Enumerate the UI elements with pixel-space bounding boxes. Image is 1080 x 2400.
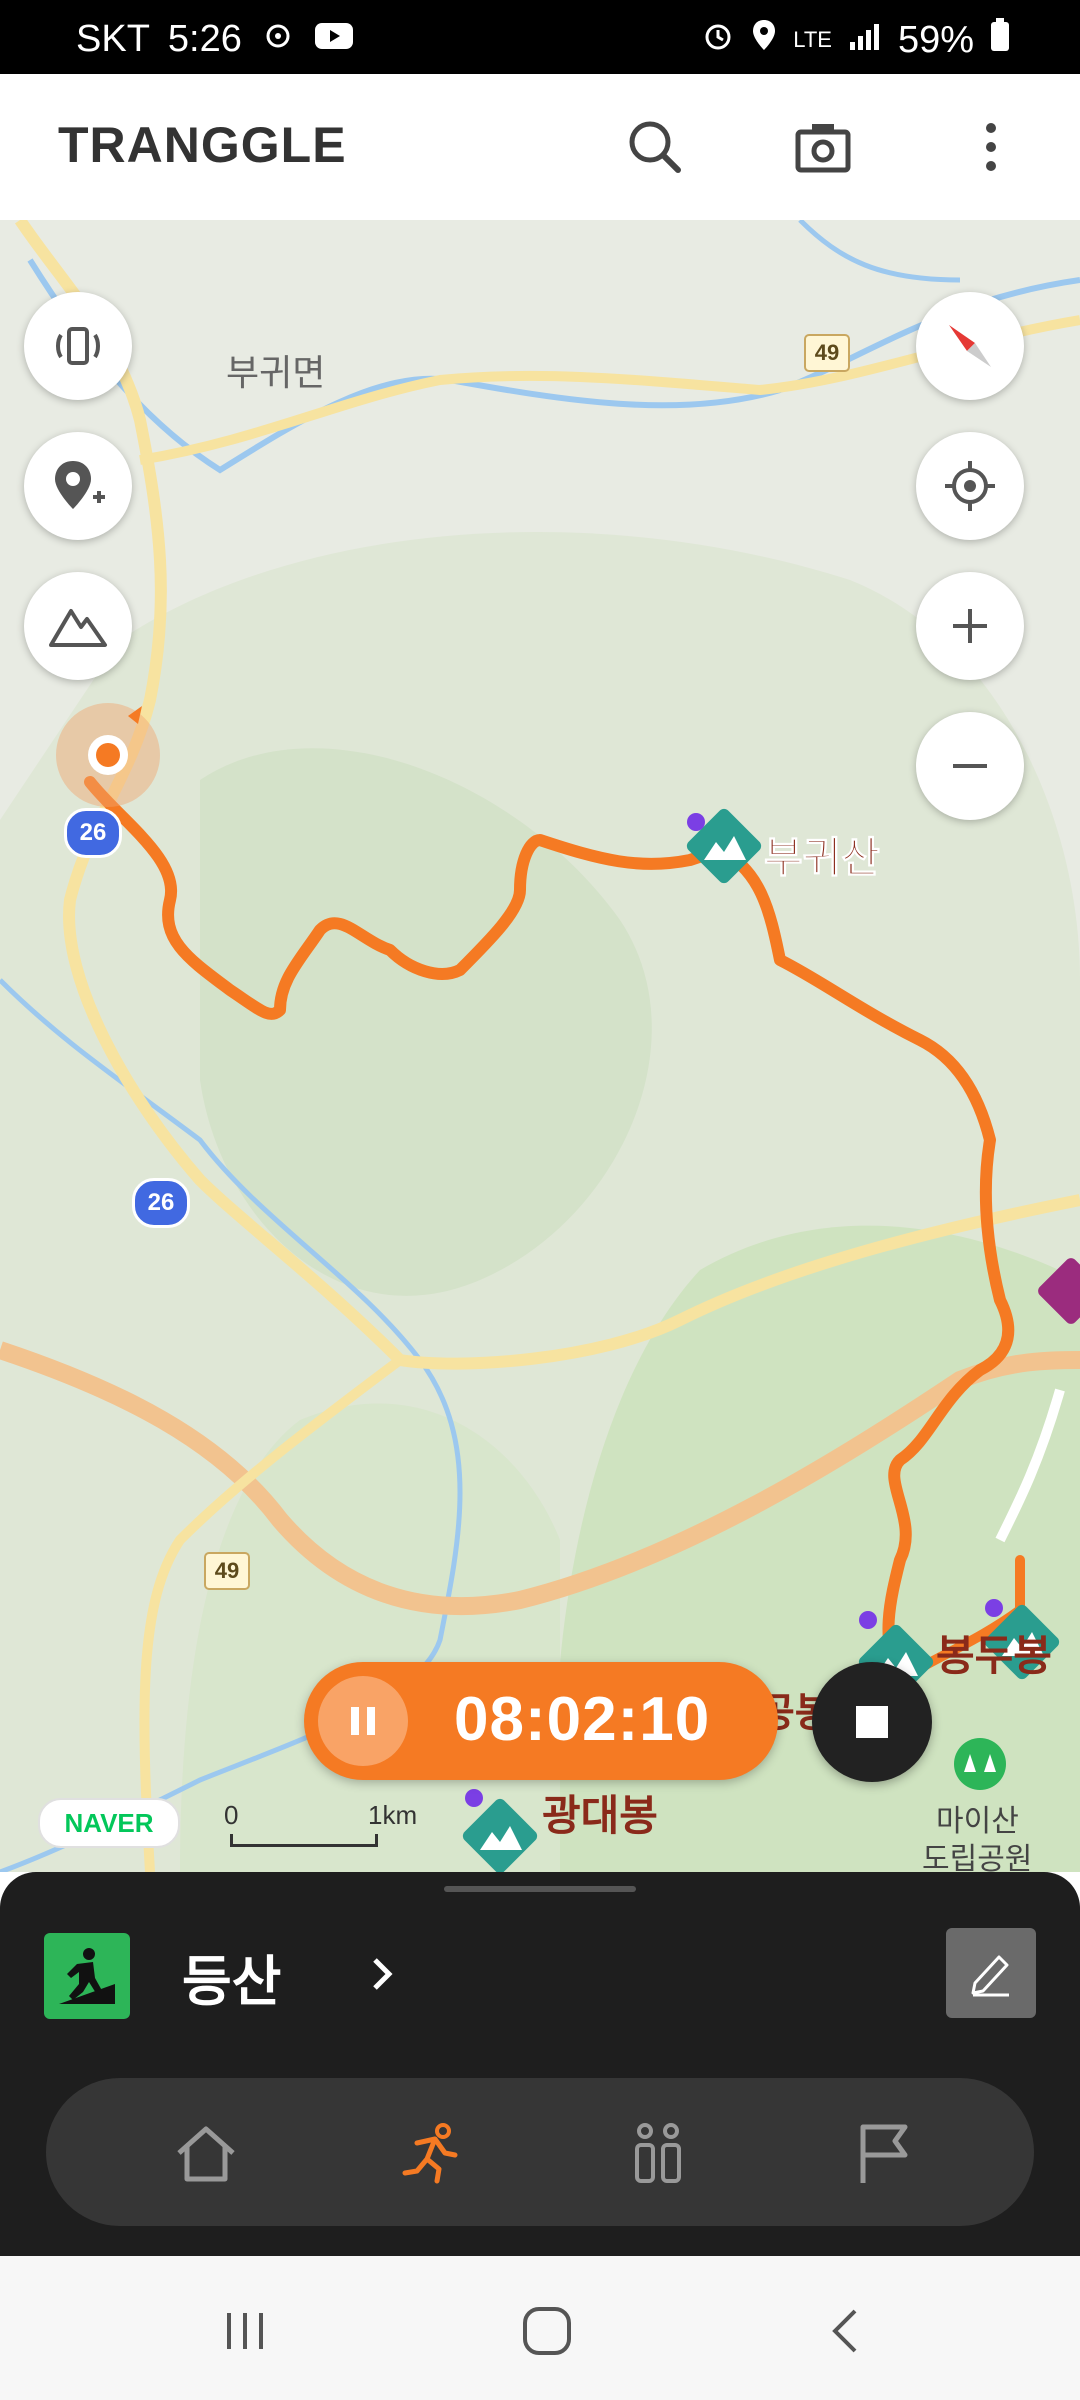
compass-button[interactable] bbox=[916, 292, 1024, 400]
signal-icon bbox=[848, 19, 882, 62]
tracking-timer: 08:02:10 bbox=[304, 1662, 778, 1780]
pause-button[interactable] bbox=[318, 1676, 408, 1766]
add-waypoint-button[interactable] bbox=[24, 432, 132, 540]
vibration-alert-button[interactable] bbox=[24, 292, 132, 400]
pencil-icon bbox=[971, 1955, 1009, 1997]
app-logo: TRANGGLE bbox=[58, 117, 347, 173]
recent-apps-button[interactable] bbox=[210, 2296, 280, 2366]
zoom-in-button[interactable] bbox=[916, 572, 1024, 680]
app-notification-icon bbox=[260, 18, 296, 61]
my-location-button[interactable] bbox=[916, 432, 1024, 540]
battery-icon bbox=[990, 18, 1010, 62]
youtube-icon bbox=[314, 18, 354, 61]
route-shield-49: 49 bbox=[204, 1552, 250, 1590]
tab-home[interactable] bbox=[164, 2112, 248, 2196]
running-icon bbox=[402, 2123, 458, 2184]
naver-attribution: NAVER bbox=[38, 1798, 180, 1848]
tab-challenge[interactable] bbox=[842, 2112, 926, 2196]
route-shield-26: 26 bbox=[64, 808, 122, 858]
system-nav-bar bbox=[0, 2256, 1080, 2400]
camera-icon[interactable] bbox=[788, 112, 858, 182]
place-label: 부귀면 bbox=[226, 352, 326, 393]
stop-icon bbox=[856, 1706, 888, 1738]
carrier-label: SKT bbox=[76, 18, 150, 60]
alarm-icon bbox=[701, 18, 735, 62]
sheet-handle[interactable] bbox=[444, 1886, 636, 1892]
activity-label: 등산 bbox=[182, 1951, 282, 2012]
search-icon[interactable] bbox=[620, 112, 690, 182]
pause-icon bbox=[351, 1707, 375, 1735]
bottom-tab-bar bbox=[46, 2078, 1034, 2226]
chevron-right-icon bbox=[367, 1954, 397, 1999]
tab-community[interactable] bbox=[616, 2112, 700, 2196]
flag-icon bbox=[860, 2124, 908, 2183]
edit-button[interactable] bbox=[946, 1928, 1036, 2018]
route-shield-26: 26 bbox=[132, 1178, 190, 1228]
peak-label[interactable]: 봉두봉 bbox=[936, 1622, 1052, 1683]
zoom-out-button[interactable] bbox=[916, 712, 1024, 820]
battery-percent: 59% bbox=[897, 18, 974, 61]
map-view[interactable]: 49 26 26 49 부귀면 부귀산 봉두봉 공봉 광대봉 마이산 도립공원 … bbox=[0, 220, 1080, 1872]
peak-label[interactable]: 부귀산 bbox=[764, 824, 881, 885]
stop-button[interactable] bbox=[812, 1662, 932, 1782]
network-label: LTE bbox=[793, 27, 832, 52]
home-nav-button[interactable] bbox=[512, 2296, 582, 2366]
scale-zero: 0 bbox=[224, 1800, 239, 1830]
tab-activity[interactable] bbox=[390, 2112, 474, 2196]
home-icon bbox=[177, 2126, 235, 2182]
more-options-icon[interactable] bbox=[956, 112, 1026, 182]
recents-icon bbox=[227, 2313, 263, 2349]
activity-selector[interactable]: 등산 bbox=[44, 1932, 397, 2020]
home-circle-icon bbox=[523, 2307, 571, 2355]
people-icon bbox=[635, 2123, 681, 2183]
clock: 5:26 bbox=[167, 18, 242, 60]
location-icon bbox=[751, 18, 777, 62]
peak-label[interactable]: 광대봉 bbox=[542, 1782, 658, 1843]
scale-bar bbox=[230, 1834, 378, 1847]
back-icon bbox=[832, 2309, 857, 2353]
hiking-icon bbox=[44, 1933, 130, 2019]
bottom-sheet: 등산 bbox=[0, 1872, 1080, 2256]
back-button[interactable] bbox=[812, 2296, 882, 2366]
map-scale: 0 1km bbox=[224, 1800, 424, 1850]
elapsed-time: 08:02:10 bbox=[454, 1685, 711, 1754]
app-bar: TRANGGLE bbox=[0, 74, 1080, 221]
status-bar: SKT 5:26 LTE 59% bbox=[0, 0, 1080, 74]
park-label: 도립공원 bbox=[922, 1843, 1033, 1872]
route-shield-49: 49 bbox=[804, 334, 850, 372]
scale-one: 1km bbox=[368, 1800, 418, 1830]
mountain-layer-button[interactable] bbox=[24, 572, 132, 680]
